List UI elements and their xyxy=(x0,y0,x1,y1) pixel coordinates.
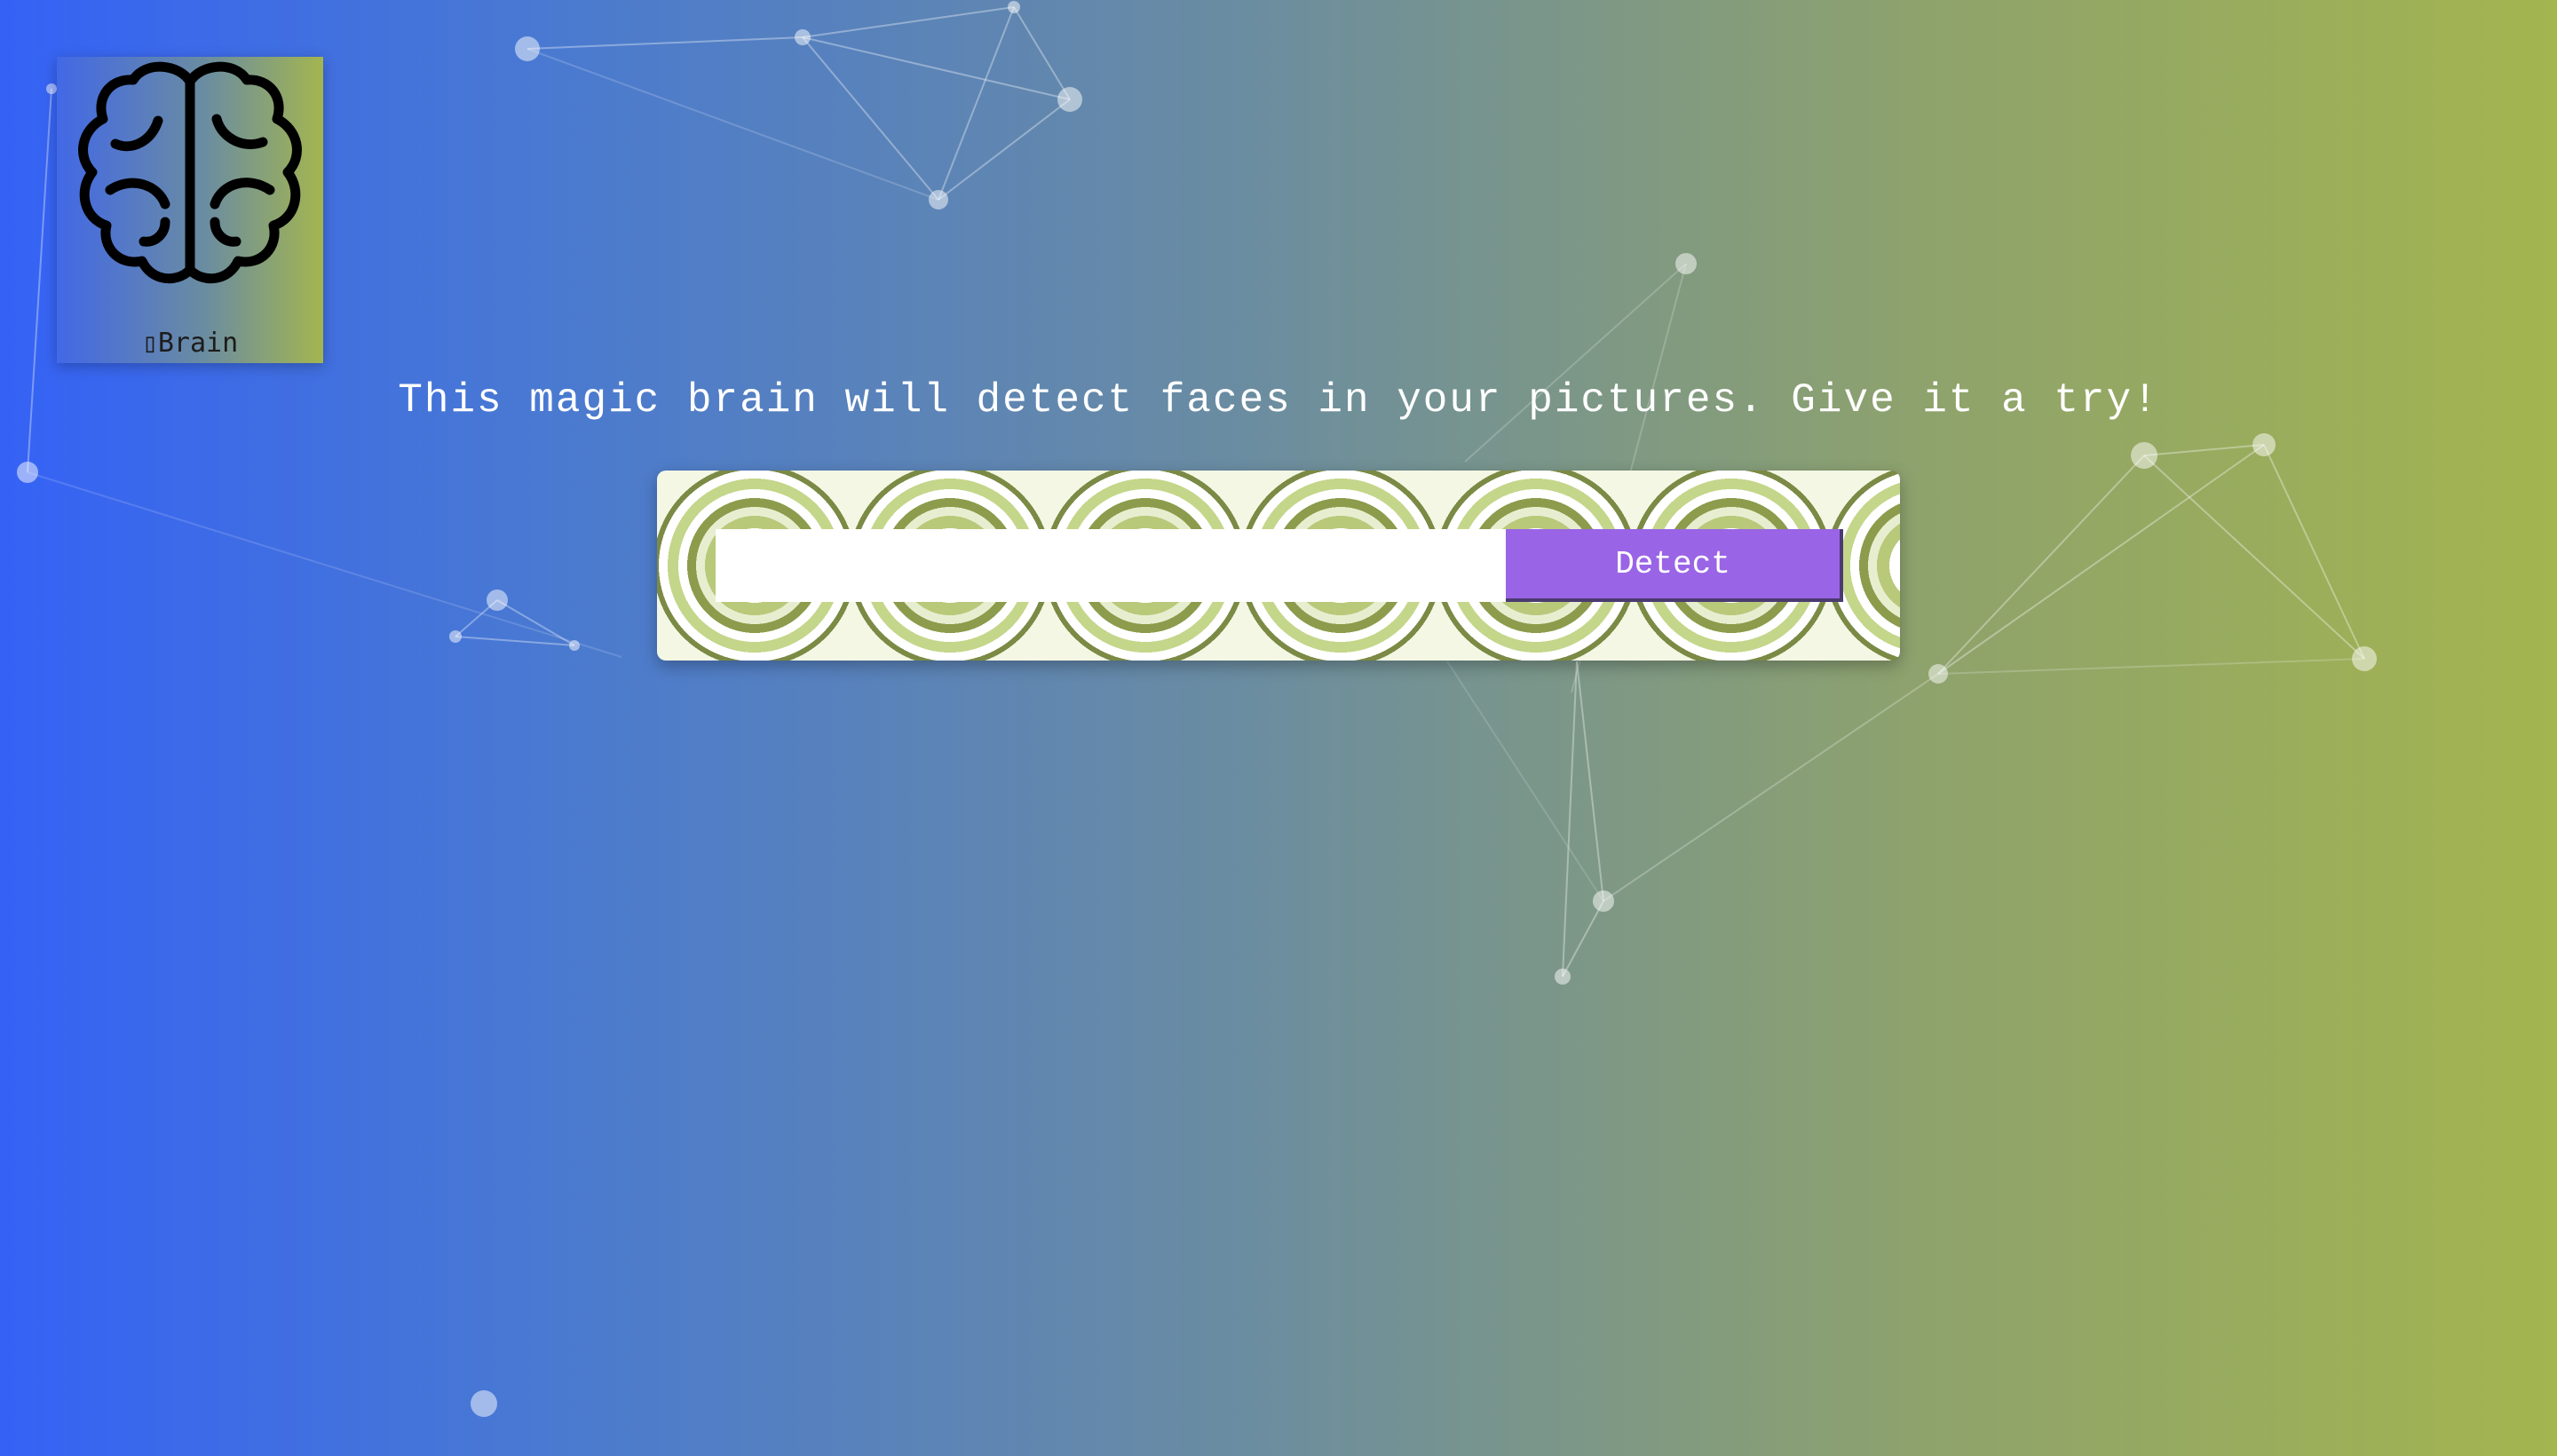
tagline: This magic brain will detect faces in yo… xyxy=(398,377,2159,423)
detect-button[interactable]: Detect xyxy=(1506,529,1843,602)
logo-label: ▯Brain xyxy=(141,328,239,359)
image-url-form: Detect xyxy=(657,471,1900,661)
brain-icon xyxy=(78,61,302,284)
logo-card[interactable]: ▯Brain xyxy=(57,57,323,363)
particles-background xyxy=(17,1,2377,1417)
image-url-input[interactable] xyxy=(716,529,1506,602)
